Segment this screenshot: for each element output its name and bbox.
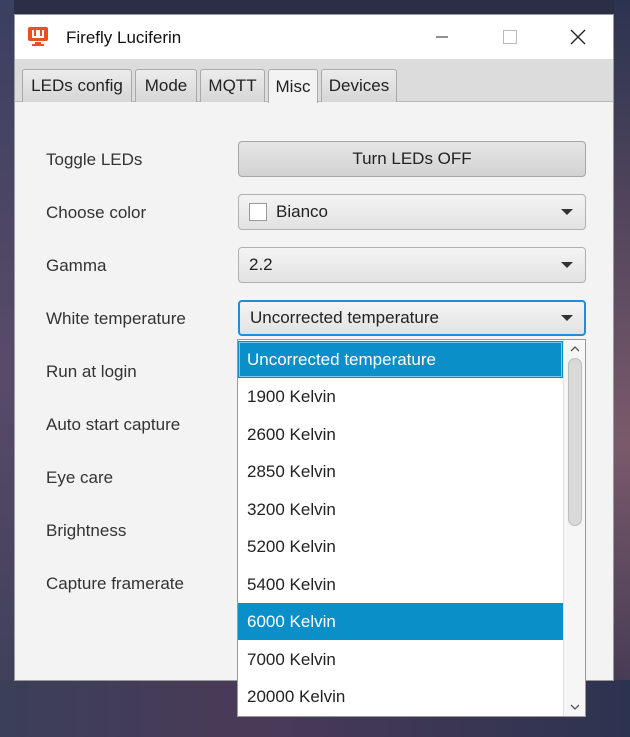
chevron-down-icon — [561, 209, 573, 215]
capture-framerate-label: Capture framerate — [46, 574, 184, 593]
white-temperature-value: Uncorrected temperature — [250, 308, 439, 327]
gamma-label: Gamma — [46, 256, 107, 275]
dropdown-option[interactable]: 6000 Kelvin — [238, 603, 563, 640]
chevron-down-icon — [561, 315, 573, 321]
tab-misc[interactable]: Misc — [268, 69, 318, 103]
minimize-button[interactable] — [419, 15, 465, 59]
scrollbar-thumb[interactable] — [568, 358, 582, 526]
choose-color-value: Bianco — [276, 202, 328, 221]
title-bar[interactable]: Firefly Luciferin — [15, 15, 613, 59]
dropdown-option[interactable]: Uncorrected temperature — [238, 341, 563, 378]
desktop-background-left — [0, 0, 14, 737]
white-temperature-dropdown: Uncorrected temperature 1900 Kelvin 2600… — [237, 339, 586, 717]
close-icon — [570, 29, 586, 45]
dropdown-scrollbar[interactable] — [563, 340, 585, 716]
dropdown-option[interactable]: 2600 Kelvin — [238, 416, 563, 453]
dropdown-option[interactable]: 3200 Kelvin — [238, 491, 563, 528]
dropdown-option[interactable]: 5400 Kelvin — [238, 566, 563, 603]
minimize-icon — [436, 36, 448, 38]
chevron-down-icon — [570, 704, 580, 710]
dropdown-option[interactable]: 2850 Kelvin — [238, 453, 563, 490]
gamma-combo[interactable]: 2.2 — [238, 247, 586, 283]
chevron-up-icon — [570, 346, 580, 352]
color-swatch-icon — [249, 203, 267, 221]
tab-devices[interactable]: Devices — [321, 69, 397, 102]
scroll-down-button[interactable] — [564, 698, 586, 716]
firefly-app-icon — [28, 27, 48, 46]
maximize-button[interactable] — [487, 15, 533, 59]
close-button[interactable] — [555, 15, 601, 59]
choose-color-label: Choose color — [46, 203, 147, 222]
scroll-up-button[interactable] — [564, 340, 586, 358]
tab-mode[interactable]: Mode — [135, 69, 197, 102]
maximize-icon — [503, 30, 517, 44]
white-temperature-label: White temperature — [46, 309, 186, 328]
choose-color-combo[interactable]: Bianco — [238, 194, 586, 230]
tab-mqtt[interactable]: MQTT — [200, 69, 265, 102]
eye-care-label: Eye care — [46, 468, 114, 487]
white-temperature-combo[interactable]: Uncorrected temperature — [238, 300, 586, 336]
run-at-login-label: Run at login — [46, 362, 137, 381]
chevron-down-icon — [561, 262, 573, 268]
toggle-leds-label: Toggle LEDs — [46, 150, 143, 169]
dropdown-option[interactable]: 7000 Kelvin — [238, 641, 563, 678]
dropdown-option[interactable]: 1900 Kelvin — [238, 378, 563, 415]
toggle-leds-button[interactable]: Turn LEDs OFF — [238, 141, 586, 177]
tab-bar: LEDs config Mode MQTT Misc Devices — [15, 59, 613, 103]
window-title: Firefly Luciferin — [66, 28, 182, 47]
dropdown-option[interactable]: 20000 Kelvin — [238, 678, 563, 715]
dropdown-option[interactable]: 5200 Kelvin — [238, 528, 563, 565]
auto-start-capture-label: Auto start capture — [46, 415, 181, 434]
tab-leds-config[interactable]: LEDs config — [22, 69, 132, 102]
desktop-background-right — [614, 0, 630, 737]
brightness-label: Brightness — [46, 521, 127, 540]
gamma-value: 2.2 — [249, 255, 273, 274]
